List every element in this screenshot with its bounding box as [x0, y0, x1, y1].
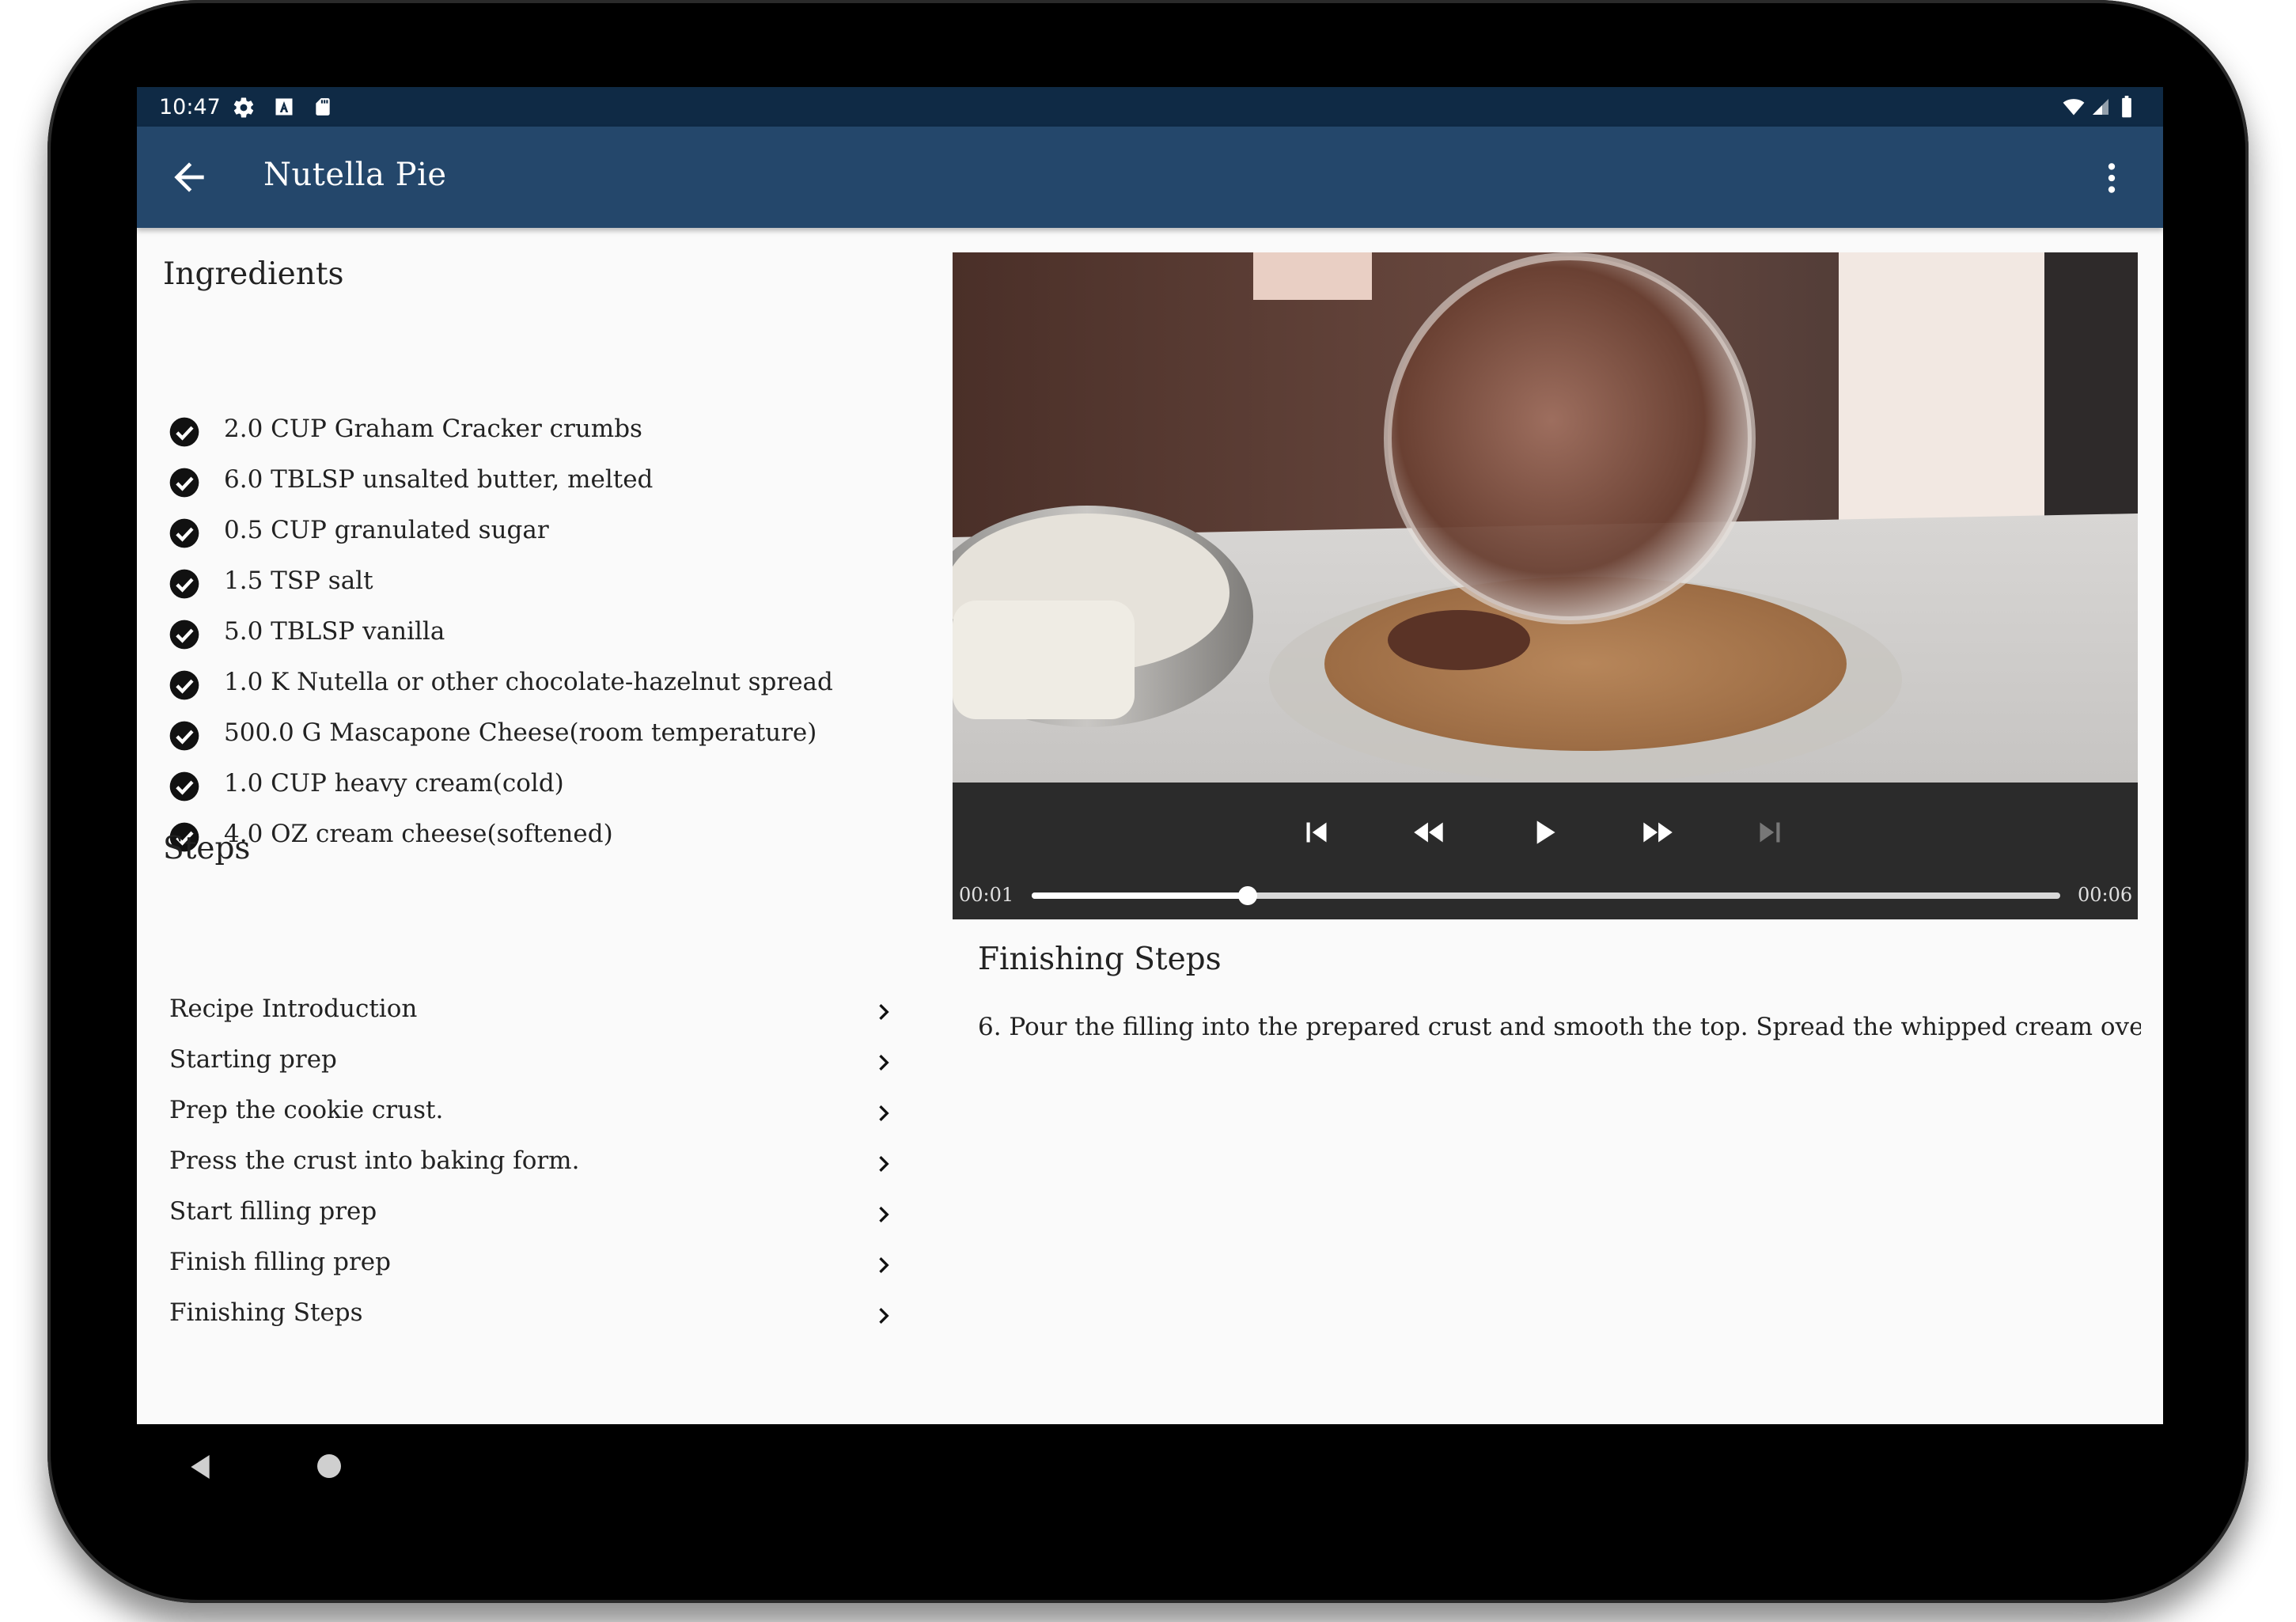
more-vert-icon[interactable] [2092, 157, 2131, 199]
steps-list: Recipe Introduction Starting prep Prep t… [137, 991, 928, 1346]
step-label: Press the crust into baking form. [169, 1146, 580, 1175]
status-bar: 10:47 [137, 87, 2163, 127]
check-circle-icon [169, 468, 199, 498]
ingredient-label: 0.5 CUP granulated sugar [224, 516, 549, 544]
ingredient-label: 2.0 CUP Graham Cracker crumbs [224, 415, 642, 443]
ingredient-item: 2.0 CUP Graham Cracker crumbs [169, 411, 912, 462]
seek-bar-progress [1032, 892, 1248, 899]
signal-icon [2093, 99, 2108, 115]
nav-home-icon[interactable] [317, 1454, 341, 1478]
skip-next-icon[interactable] [1750, 813, 1790, 852]
video-player[interactable]: 00:01 00:06 [953, 252, 2138, 919]
ingredients-list: 2.0 CUP Graham Cracker crumbs 6.0 TBLSP … [169, 411, 912, 867]
video-frame[interactable] [953, 252, 2138, 783]
rewind-icon[interactable] [1410, 813, 1449, 852]
ingredient-item: 1.0 K Nutella or other chocolate-hazelnu… [169, 665, 912, 715]
fast-forward-icon[interactable] [1637, 813, 1677, 852]
chevron-right-icon [879, 1055, 889, 1071]
ingredient-item: 1.5 TSP salt [169, 563, 912, 614]
step-item[interactable]: Finishing Steps [137, 1295, 928, 1346]
page-title: Nutella Pie [263, 157, 447, 193]
step-item[interactable]: Press the crust into baking form. [137, 1143, 928, 1194]
seek-thumb[interactable] [1238, 886, 1257, 905]
ingredient-label: 5.0 TBLSP vanilla [224, 617, 445, 646]
step-description: 6. Pour the filling into the prepared cr… [978, 1013, 2141, 1041]
step-item[interactable]: Finish filling prep [137, 1245, 928, 1295]
check-circle-icon [169, 771, 199, 802]
play-icon[interactable] [1524, 813, 1563, 852]
ingredient-item: 6.0 TBLSP unsalted butter, melted [169, 462, 912, 513]
player-controls: 00:01 00:06 [953, 783, 2138, 919]
ingredient-item: 1.0 CUP heavy cream(cold) [169, 766, 912, 817]
check-circle-icon [169, 518, 199, 548]
nav-back-icon[interactable] [184, 1451, 216, 1483]
ingredient-label: 1.0 K Nutella or other chocolate-hazelnu… [224, 668, 833, 696]
chevron-right-icon [879, 1257, 889, 1273]
ingredient-item: 0.5 CUP granulated sugar [169, 513, 912, 563]
chevron-right-icon [879, 1004, 889, 1020]
chevron-right-icon [879, 1105, 889, 1121]
recipe-master-pane: Ingredients 2.0 CUP Graham Cracker crumb… [137, 228, 928, 1424]
step-label: Prep the cookie crust. [169, 1096, 444, 1124]
a-badge-icon [275, 98, 293, 116]
status-time: 10:47 [159, 95, 221, 119]
step-item[interactable]: Starting prep [137, 1042, 928, 1093]
skip-previous-icon[interactable] [1297, 813, 1336, 852]
step-label: Starting prep [169, 1045, 337, 1074]
duration-time: 00:06 [2078, 884, 2133, 906]
screen: 10:47 Nutella Pie Ingredients 2.0 CUP Gr… [137, 87, 2163, 1424]
step-item[interactable]: Prep the cookie crust. [137, 1093, 928, 1143]
check-circle-icon [169, 569, 199, 599]
steps-heading: Steps [163, 831, 251, 866]
ingredient-item: 5.0 TBLSP vanilla [169, 614, 912, 665]
ingredient-label: 6.0 TBLSP unsalted butter, melted [224, 465, 654, 494]
wifi-icon [2063, 99, 2085, 116]
check-circle-icon [169, 620, 199, 650]
check-circle-icon [169, 721, 199, 751]
ingredient-item: 500.0 G Mascapone Cheese(room temperatur… [169, 715, 912, 766]
sd-card-icon [316, 98, 330, 116]
ingredient-label: 1.5 TSP salt [224, 567, 373, 595]
chevron-right-icon [879, 1308, 889, 1324]
step-label: Start filling prep [169, 1197, 377, 1226]
step-item[interactable]: Recipe Introduction [137, 991, 928, 1042]
ingredient-label: 1.0 CUP heavy cream(cold) [224, 769, 564, 798]
step-label: Finish filling prep [169, 1248, 391, 1276]
chevron-right-icon [879, 1207, 889, 1222]
current-time: 00:01 [959, 884, 1014, 906]
step-item[interactable]: Start filling prep [137, 1194, 928, 1245]
system-nav-bar [137, 1424, 2163, 1511]
step-label: Finishing Steps [169, 1298, 363, 1327]
gear-icon [233, 97, 254, 118]
check-circle-icon [169, 670, 199, 700]
step-label: Recipe Introduction [169, 995, 418, 1023]
step-title: Finishing Steps [978, 942, 1222, 977]
ingredients-heading: Ingredients [163, 256, 344, 292]
ingredient-item: 4.0 OZ cream cheese(softened) [169, 817, 912, 867]
ingredient-label: 500.0 G Mascapone Cheese(room temperatur… [224, 718, 817, 747]
ingredient-label: 4.0 OZ cream cheese(softened) [224, 820, 613, 848]
check-circle-icon [169, 417, 199, 447]
app-bar: Nutella Pie [137, 127, 2163, 228]
battery-icon [2122, 96, 2131, 118]
arrow-back-icon[interactable] [167, 155, 211, 199]
chevron-right-icon [879, 1156, 889, 1172]
